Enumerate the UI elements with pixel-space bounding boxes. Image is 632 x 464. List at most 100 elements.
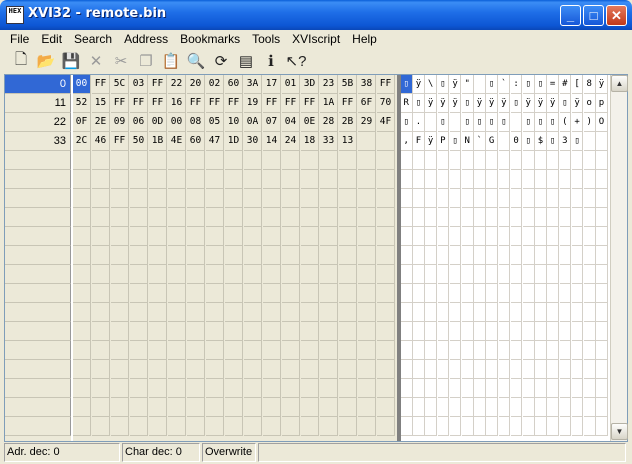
char-cell[interactable]: ÿ — [535, 94, 547, 113]
hex-cell[interactable] — [339, 417, 357, 436]
hex-cell[interactable] — [206, 398, 224, 417]
char-cell[interactable] — [510, 303, 523, 322]
char-cell[interactable] — [584, 151, 596, 170]
char-cell[interactable] — [535, 246, 547, 265]
hex-cell[interactable]: FF — [263, 94, 281, 113]
hex-cell[interactable] — [187, 284, 205, 303]
hex-cell[interactable]: 05 — [206, 113, 224, 132]
char-cell[interactable] — [535, 227, 547, 246]
hex-cell[interactable] — [73, 208, 91, 227]
char-cell[interactable] — [474, 417, 486, 436]
char-cell[interactable] — [413, 398, 425, 417]
char-cell[interactable] — [596, 151, 608, 170]
char-cell[interactable] — [571, 303, 584, 322]
hex-cell[interactable] — [282, 379, 300, 398]
char-cell[interactable] — [462, 284, 474, 303]
char-cell[interactable] — [425, 227, 437, 246]
char-cell[interactable] — [474, 208, 486, 227]
char-cell[interactable] — [486, 303, 498, 322]
help-pointer-icon[interactable]: ↖? — [285, 50, 307, 72]
char-cell[interactable] — [474, 246, 486, 265]
char-cell[interactable] — [596, 170, 608, 189]
char-cell[interactable] — [523, 151, 535, 170]
hex-cell[interactable]: 29 — [358, 113, 376, 132]
hex-cell[interactable] — [377, 341, 395, 360]
hex-cell[interactable] — [225, 170, 243, 189]
char-cell[interactable] — [474, 284, 486, 303]
hex-cell[interactable] — [206, 417, 224, 436]
char-cell[interactable] — [401, 360, 413, 379]
char-cell[interactable] — [413, 322, 425, 341]
hex-cell[interactable] — [263, 265, 281, 284]
hex-cell[interactable] — [149, 417, 167, 436]
hex-cell[interactable] — [263, 284, 281, 303]
char-cell[interactable] — [559, 341, 572, 360]
hex-cell[interactable] — [301, 151, 319, 170]
hex-cell[interactable] — [92, 246, 110, 265]
char-cell[interactable]: 8 — [584, 75, 596, 94]
hex-cell[interactable]: 1A — [320, 94, 338, 113]
hex-cell[interactable] — [225, 360, 243, 379]
char-cell[interactable] — [510, 170, 523, 189]
hex-cell[interactable]: FF — [92, 75, 110, 94]
char-cell[interactable] — [486, 151, 498, 170]
char-cell[interactable] — [523, 284, 535, 303]
menu-tools[interactable]: Tools — [246, 30, 286, 48]
hex-cell[interactable] — [339, 189, 357, 208]
hex-cell[interactable] — [339, 379, 357, 398]
hex-cell[interactable] — [130, 303, 148, 322]
hex-cell[interactable] — [339, 227, 357, 246]
hex-cell[interactable] — [244, 379, 262, 398]
char-cell[interactable] — [584, 341, 596, 360]
hex-cell[interactable] — [377, 265, 395, 284]
char-cell[interactable] — [437, 360, 450, 379]
scroll-down-button[interactable]: ▼ — [611, 423, 628, 440]
char-cell[interactable]: , — [401, 132, 413, 151]
char-cell[interactable]: ÿ — [523, 94, 535, 113]
char-cell[interactable] — [486, 417, 498, 436]
hex-cell[interactable]: 00 — [168, 113, 186, 132]
char-cell[interactable] — [425, 398, 437, 417]
hex-cell[interactable] — [149, 322, 167, 341]
char-grid[interactable]: ▯ ÿ \ ▯ ÿ " ▯ `: ▯ ▯ = #[8 ÿ R ▯ ÿ ÿ ÿ ▯ ÿ ÿ ÿ ▯ ÿ ÿ ÿ ▯ ÿ o p ▯. ▯ ▯ ▯ ▯ ▯… — [401, 75, 609, 441]
char-cell[interactable] — [510, 113, 523, 132]
hex-cell[interactable] — [301, 208, 319, 227]
hex-cell[interactable] — [339, 303, 357, 322]
hex-cell[interactable] — [244, 170, 262, 189]
char-cell[interactable] — [571, 265, 584, 284]
char-cell[interactable] — [437, 341, 450, 360]
hex-cell[interactable]: FF — [111, 132, 129, 151]
char-cell[interactable] — [401, 208, 413, 227]
char-cell[interactable] — [413, 227, 425, 246]
char-cell[interactable] — [584, 208, 596, 227]
hex-cell[interactable] — [73, 227, 91, 246]
char-cell[interactable]: ▯ — [535, 113, 547, 132]
char-cell[interactable]: [ — [571, 75, 584, 94]
hex-cell[interactable] — [263, 417, 281, 436]
hex-cell[interactable]: 1D — [225, 132, 243, 151]
char-cell[interactable] — [523, 322, 535, 341]
hex-cell[interactable] — [225, 322, 243, 341]
hex-cell[interactable] — [263, 170, 281, 189]
hex-cell[interactable] — [168, 398, 186, 417]
char-cell[interactable]: ÿ — [437, 94, 450, 113]
char-cell[interactable] — [584, 170, 596, 189]
char-cell[interactable] — [462, 151, 474, 170]
new-file-icon[interactable]: 🗋 — [10, 50, 32, 72]
hex-cell[interactable] — [206, 170, 224, 189]
hex-cell[interactable] — [130, 341, 148, 360]
hex-cell[interactable] — [168, 151, 186, 170]
char-cell[interactable] — [474, 170, 486, 189]
hex-cell[interactable] — [111, 227, 129, 246]
hex-cell[interactable]: 08 — [187, 113, 205, 132]
hex-cell[interactable] — [130, 151, 148, 170]
hex-cell[interactable] — [320, 151, 338, 170]
hex-cell[interactable] — [263, 189, 281, 208]
find-icon[interactable]: 🔍 — [185, 50, 207, 72]
hex-cell[interactable] — [320, 208, 338, 227]
hex-cell[interactable]: 1B — [149, 132, 167, 151]
hex-cell[interactable] — [339, 398, 357, 417]
hex-cell[interactable] — [358, 284, 376, 303]
hex-cell[interactable] — [320, 284, 338, 303]
hex-cell[interactable] — [263, 208, 281, 227]
